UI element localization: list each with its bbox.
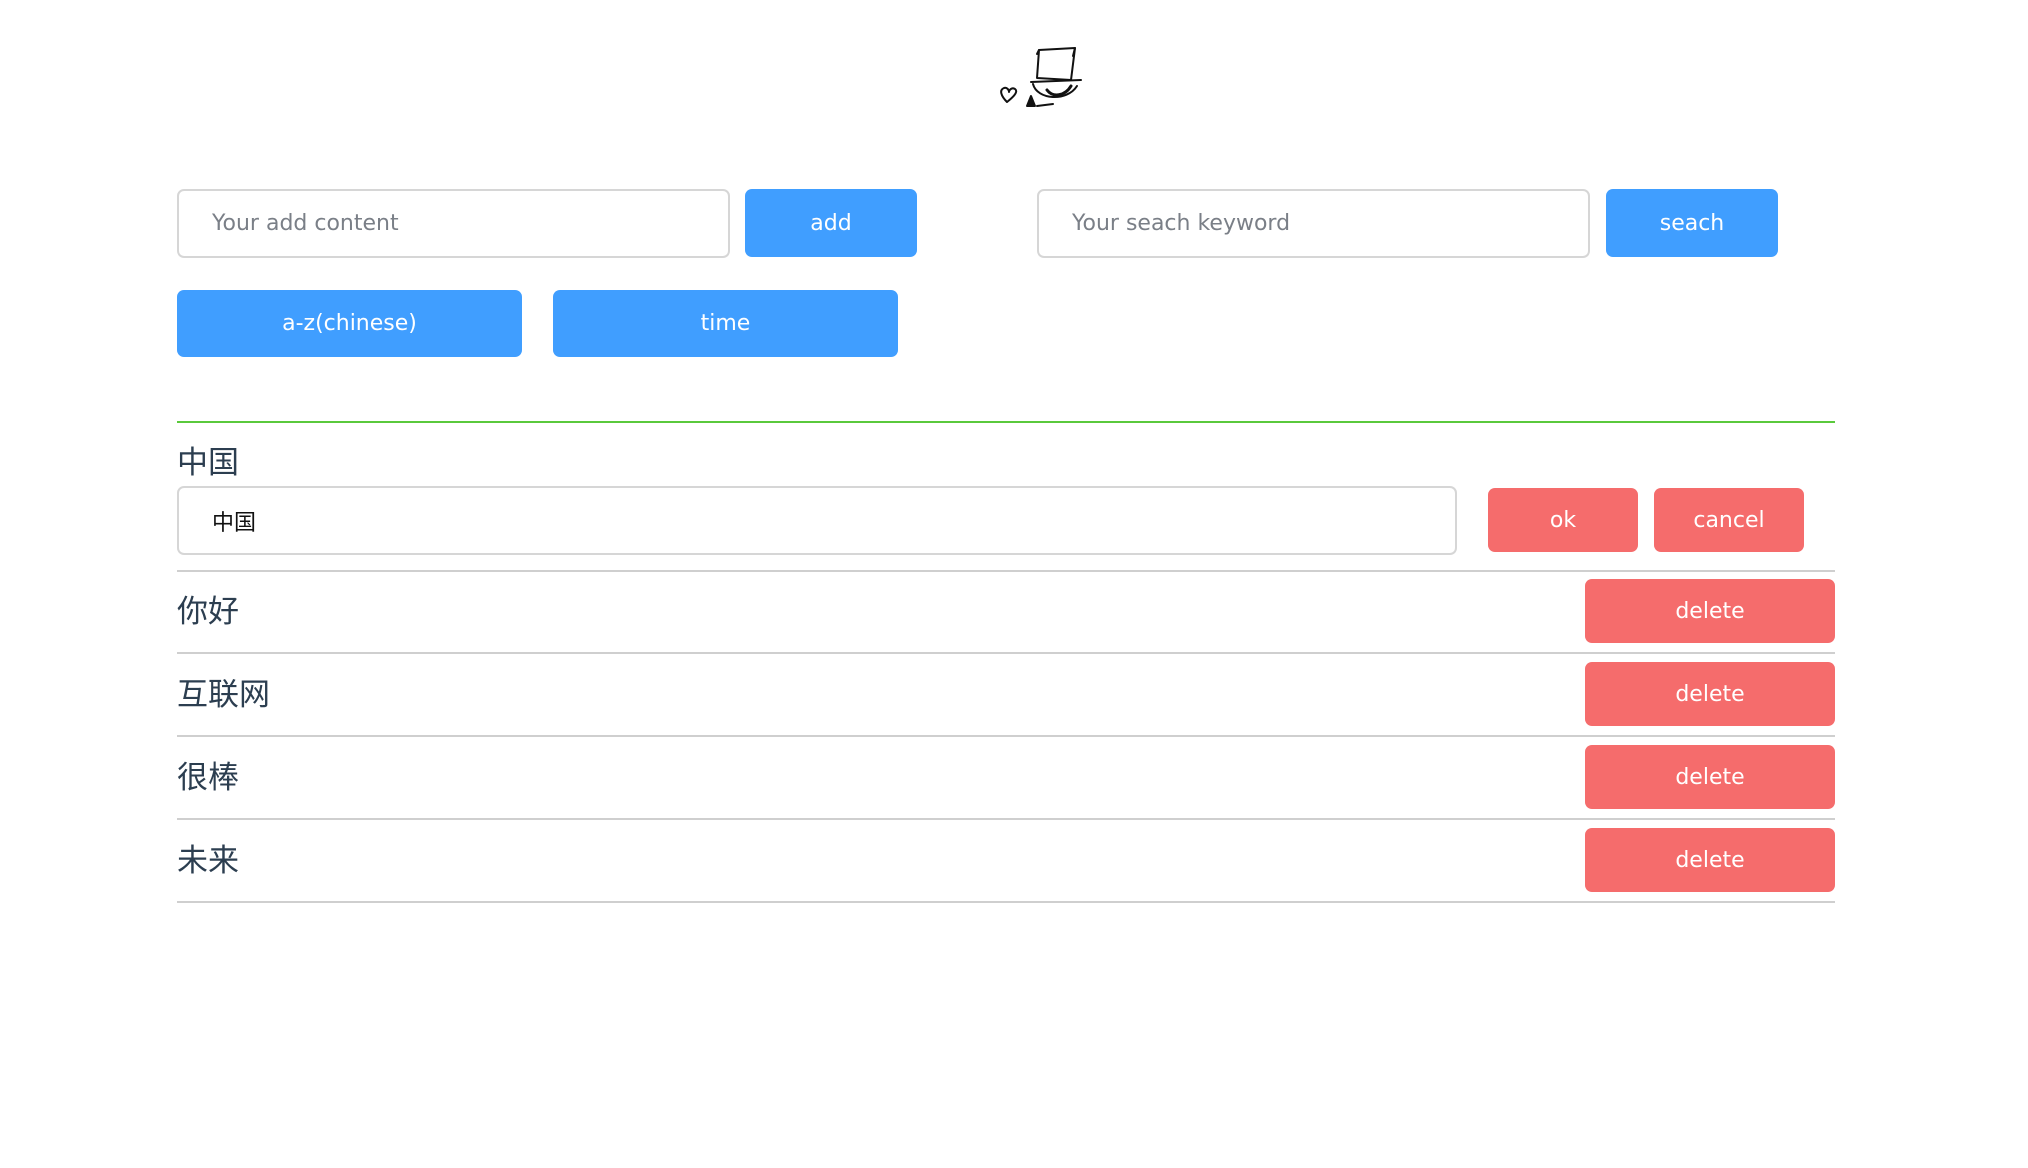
list-item-text: 很棒: [177, 760, 239, 796]
list-item: 很棒 delete: [177, 738, 1835, 820]
search-input[interactable]: [1037, 189, 1590, 258]
edit-item-input[interactable]: [177, 486, 1457, 555]
list-item-text: 互联网: [177, 677, 270, 713]
sort-alpha-button[interactable]: a-z(chinese): [177, 290, 522, 357]
list-divider: [177, 421, 1835, 423]
list-item: 未来 delete: [177, 821, 1835, 903]
delete-button[interactable]: delete: [1585, 579, 1835, 643]
search-button[interactable]: seach: [1606, 189, 1778, 257]
list-item-text: 未来: [177, 843, 239, 879]
editing-item-label: 中国: [177, 445, 239, 481]
sort-time-button[interactable]: time: [553, 290, 898, 357]
list-item-text: 你好: [177, 594, 239, 630]
list-item: 互联网 delete: [177, 655, 1835, 737]
delete-button[interactable]: delete: [1585, 745, 1835, 809]
delete-button[interactable]: delete: [1585, 662, 1835, 726]
add-content-input[interactable]: [177, 189, 730, 258]
list-item: 你好 delete: [177, 572, 1835, 654]
cancel-button[interactable]: cancel: [1654, 488, 1804, 552]
delete-button[interactable]: delete: [1585, 828, 1835, 892]
ok-button[interactable]: ok: [1488, 488, 1638, 552]
add-button[interactable]: add: [745, 189, 917, 257]
detective-hat-logo-icon: [997, 46, 1089, 118]
